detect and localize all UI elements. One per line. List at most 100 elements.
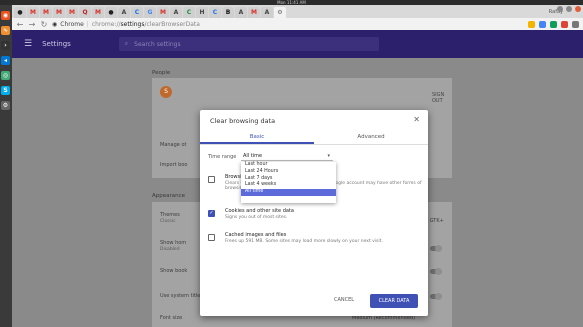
- browser-tab[interactable]: A: [118, 7, 130, 18]
- option-cookies: ✓ Cookies and other site data Signs you …: [208, 208, 423, 224]
- browser-tab[interactable]: A: [170, 7, 182, 18]
- rss-icon[interactable]: ∿: [1, 26, 10, 35]
- browser-tab[interactable]: M: [92, 7, 104, 18]
- tab-advanced[interactable]: Advanced: [314, 130, 428, 144]
- extension-icon[interactable]: [539, 20, 546, 28]
- time-range-dropdown: Last hour Last 24 Hours Last 7 days Last…: [241, 162, 336, 203]
- favicon-icon: ⚙: [277, 9, 283, 16]
- browser-tab[interactable]: M: [157, 7, 169, 18]
- favicon-icon: M: [43, 9, 49, 16]
- option-cached-images: Cached images and files Frees up 591 MB.…: [208, 232, 423, 248]
- settings-header: ☰ Settings ⌕ Search settings: [12, 30, 583, 58]
- skype-icon[interactable]: S: [1, 86, 10, 95]
- secure-chip-icon: ◉: [52, 20, 58, 28]
- dialog-title: Clear browsing data: [210, 117, 276, 125]
- url-chip: Chrome: [60, 20, 84, 28]
- show-home-label: Show hom: [160, 240, 187, 246]
- address-bar[interactable]: ◉ Chrome | chrome://settings/clearBrowse…: [52, 20, 200, 29]
- show-home-toggle[interactable]: [430, 245, 442, 252]
- url-text: chrome://settings/clearBrowserData: [91, 20, 200, 28]
- favicon-icon: A: [264, 9, 270, 16]
- close-window-button[interactable]: [575, 6, 581, 12]
- system-title-bar-toggle[interactable]: [430, 293, 442, 300]
- favicon-icon: G: [147, 9, 153, 16]
- favicon-icon: A: [121, 9, 127, 16]
- close-icon[interactable]: ✕: [413, 115, 420, 124]
- extension-icon[interactable]: [561, 20, 568, 28]
- extensions: [528, 20, 579, 28]
- clear-data-button[interactable]: CLEAR DATA: [370, 294, 418, 308]
- window-controls: [557, 6, 581, 12]
- menu-dots-icon[interactable]: [572, 20, 579, 28]
- forward-icon[interactable]: →: [28, 20, 36, 29]
- option-title: Cookies and other site data: [225, 208, 294, 214]
- favicon-icon: H: [199, 9, 205, 16]
- vscode-icon[interactable]: ◂: [1, 56, 10, 65]
- favicon-icon: C: [134, 9, 140, 16]
- tab-basic[interactable]: Basic: [200, 130, 314, 144]
- browser-tab[interactable]: ⚙: [274, 7, 286, 18]
- github-icon: ●: [108, 9, 114, 16]
- extension-icon[interactable]: [550, 20, 557, 28]
- import-bookmarks-link[interactable]: Import boo: [160, 162, 187, 168]
- browsing-history-checkbox[interactable]: [208, 176, 215, 183]
- reload-icon[interactable]: ↻: [40, 20, 48, 29]
- avatar[interactable]: S: [160, 86, 172, 98]
- section-people: People: [152, 70, 171, 76]
- browser-tab[interactable]: C: [183, 7, 195, 18]
- favicon-icon: C: [212, 9, 218, 16]
- cookies-checkbox[interactable]: ✓: [208, 210, 215, 217]
- browser-tab[interactable]: ●: [105, 7, 117, 18]
- browser-tab[interactable]: M: [27, 7, 39, 18]
- browser-tab[interactable]: ●: [14, 7, 26, 18]
- favicon-icon: M: [251, 9, 257, 16]
- chrome-icon[interactable]: ◎: [1, 71, 10, 80]
- browser-tab[interactable]: M: [248, 7, 260, 18]
- search-input[interactable]: ⌕ Search settings: [118, 37, 379, 51]
- show-bookmarks-label: Show book: [160, 268, 188, 274]
- browser-tab[interactable]: M: [40, 7, 52, 18]
- github-icon: ●: [17, 9, 23, 16]
- show-bookmarks-toggle[interactable]: [430, 268, 442, 275]
- browser-tab[interactable]: A: [235, 7, 247, 18]
- browser-tab[interactable]: M: [53, 7, 65, 18]
- chevron-down-icon: ▾: [327, 153, 330, 159]
- dropdown-option[interactable]: Last hour: [241, 162, 336, 169]
- font-size-label: Font size: [160, 315, 183, 321]
- browser-tab[interactable]: M: [66, 7, 78, 18]
- minimize-button[interactable]: [557, 6, 563, 12]
- launcher: ◉ ∿ › ◂ ◎ S ⚙: [0, 5, 12, 327]
- dropdown-option[interactable]: Last 24 Hours: [241, 169, 336, 176]
- section-appearance: Appearance: [152, 193, 186, 199]
- manage-people-link[interactable]: Manage ot: [160, 142, 186, 148]
- browser-tab[interactable]: A: [261, 7, 273, 18]
- dropdown-option-selected[interactable]: All time: [241, 189, 336, 196]
- bookmark-star-icon[interactable]: [528, 20, 535, 28]
- favicon-icon: M: [30, 9, 36, 16]
- browser-tab[interactable]: B: [222, 7, 234, 18]
- time-range-select[interactable]: All time ▾: [241, 152, 333, 161]
- favicon-icon: B: [225, 9, 231, 16]
- terminal-icon[interactable]: ›: [1, 41, 10, 50]
- browser-tab[interactable]: Q: [79, 7, 91, 18]
- sign-out-button[interactable]: SIGN OUT: [432, 92, 452, 104]
- cancel-button[interactable]: CANCEL: [334, 297, 354, 303]
- browser-tab[interactable]: C: [209, 7, 221, 18]
- favicon-icon: M: [160, 9, 166, 16]
- favicon-icon: A: [238, 9, 244, 16]
- search-icon: ⌕: [124, 40, 129, 47]
- favicon-icon: A: [173, 9, 179, 16]
- option-description: Frees up 591 MB. Some sites may load mor…: [225, 239, 383, 244]
- hamburger-menu-icon[interactable]: ☰: [24, 39, 32, 49]
- show-home-value: Disabled: [160, 247, 180, 252]
- ubuntu-icon[interactable]: ◉: [1, 11, 10, 20]
- maximize-button[interactable]: [566, 6, 572, 12]
- favicon-icon: Q: [82, 9, 88, 16]
- browser-tab[interactable]: G: [144, 7, 156, 18]
- back-icon[interactable]: ←: [16, 20, 24, 29]
- cached-images-checkbox[interactable]: [208, 234, 215, 241]
- dialog-tabs: Basic Advanced: [200, 130, 428, 145]
- browser-tab[interactable]: H: [196, 7, 208, 18]
- browser-tab[interactable]: C: [131, 7, 143, 18]
- settings-icon[interactable]: ⚙: [1, 101, 10, 110]
